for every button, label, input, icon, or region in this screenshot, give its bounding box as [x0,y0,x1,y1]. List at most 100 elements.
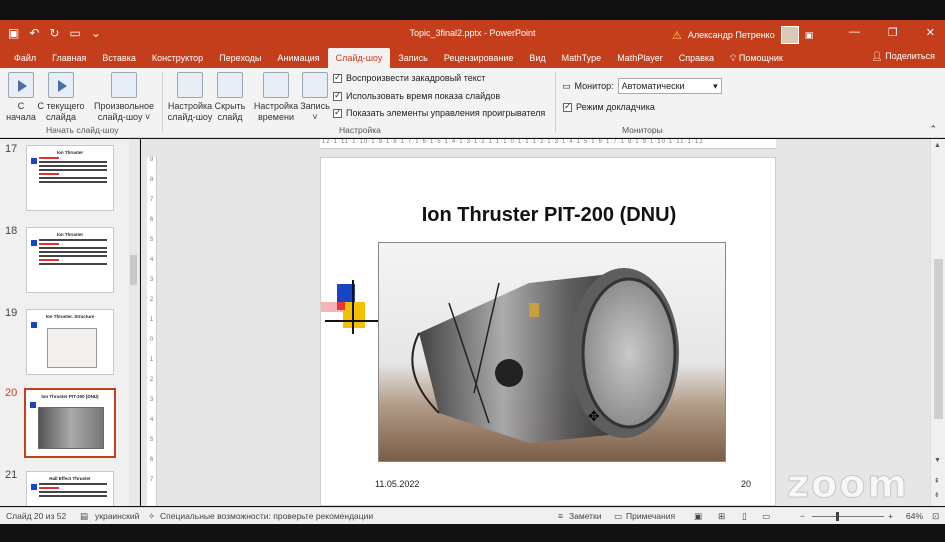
share-label: Поделиться [885,51,935,61]
accessibility-icon[interactable]: ✧ [148,511,155,522]
checkbox-checked-icon [333,90,342,101]
move-cursor-icon: ✥ [588,408,600,424]
slide-thumbnail-19[interactable]: Ion Thruster. Structure [26,309,114,375]
hide-label-1: Скрыть [214,101,246,111]
tab-help[interactable]: Справка [671,48,722,68]
from-current-button[interactable]: С текущего слайда [36,72,86,123]
spellcheck-icon[interactable]: ▤ [80,511,88,522]
zoom-level[interactable]: 64% [906,511,923,521]
checkbox-checked-icon [563,101,572,112]
language-indicator[interactable]: украинский [95,511,139,521]
fit-slide-icon[interactable]: ⊡ [932,511,939,522]
minimize-icon[interactable]: — [849,26,860,39]
tab-insert[interactable]: Вставка [94,48,143,68]
share-button[interactable]: 👤︎ Поделиться [871,51,935,62]
accessibility-status[interactable]: Специальные возможности: проверьте реком… [160,511,373,521]
zoom-watermark: zoom [787,462,909,507]
ribbon-display-icon[interactable]: ▣ [805,30,814,41]
play-from-current-icon [48,72,74,98]
media-controls-checkbox[interactable]: Показать элементы управления проигрывате… [333,107,545,118]
presenter-view-checkbox[interactable]: Режим докладчика [563,101,655,112]
rehearse-timings-button[interactable]: Настройка времени [253,72,299,123]
notes-button[interactable]: Заметки [569,511,602,521]
restore-icon[interactable]: ❐ [888,26,898,39]
hide-slide-button[interactable]: Скрыть слайд [213,72,247,123]
thumbnail-line [39,255,107,257]
zoom-slider[interactable] [812,512,884,521]
undo-icon[interactable]: ↶ [29,27,39,39]
tab-review[interactable]: Рецензирование [436,48,522,68]
scrollbar-thumb[interactable] [130,255,137,285]
tab-assistant[interactable]: 💡︎ Помощник [722,48,791,68]
slide-thumbnail-18[interactable]: Ion Thruster [26,227,114,293]
present-icon[interactable]: ▭ [69,27,80,39]
warning-icon[interactable]: ⚠ [672,29,682,42]
redo-icon[interactable]: ↻ [49,27,59,39]
comments-icon[interactable]: ▭ [614,511,622,522]
thumbnail-number: 17 [5,143,18,155]
lightbulb-icon: 💡︎ [730,53,739,63]
slide-page-number[interactable]: 20 [741,479,751,489]
monitor-select[interactable]: Автоматически ▾ [617,78,722,94]
normal-view-icon[interactable]: ▣ [694,511,702,522]
slide-thumbnail-20[interactable]: Ion Thruster PIT-200 (DNU) [24,388,116,458]
customize-qat-icon[interactable]: ⌄ [91,27,101,39]
avatar[interactable] [780,26,799,44]
thumbnail-line [39,491,107,493]
canvas-scrollbar[interactable]: ▲ ▼ ⇞ ⇟ [930,139,945,506]
close-icon[interactable]: ✕ [926,26,935,39]
user-area[interactable]: ⚠ Александр Петренко ▣ [672,26,813,44]
comments-button[interactable]: Примечания [626,511,675,521]
slide-logo-icon [321,278,381,338]
tab-mathplayer[interactable]: MathPlayer [609,48,671,68]
ribbon-tabs: Файл Главная Вставка Конструктор Переход… [0,46,945,68]
zoom-in-icon[interactable]: + [888,511,893,521]
thruster-photo[interactable] [378,242,726,462]
collapse-ribbon-icon[interactable]: ⌃ [929,124,937,135]
slide-logo-icon [31,240,37,246]
tab-file[interactable]: Файл [6,48,44,68]
slide-20[interactable]: Ion Thruster PIT-200 (DNU) 11.05.2022 20 [320,157,776,506]
tab-animations[interactable]: Анимация [269,48,327,68]
narration-checkbox[interactable]: Воспроизвести закадровый текст [333,72,485,83]
tab-transitions[interactable]: Переходы [211,48,269,68]
previous-slide-icon[interactable]: ⇞ [934,477,940,485]
tab-home[interactable]: Главная [44,48,94,68]
scroll-up-icon[interactable]: ▲ [934,142,941,149]
custom-slideshow-button[interactable]: Произвольное слайд-шоу ˅ [92,72,156,123]
setup-slideshow-button[interactable]: Настройка слайд-шоу [167,72,213,123]
slide-title[interactable]: Ion Thruster PIT-200 (DNU) [321,204,775,227]
zoom-out-icon[interactable]: − [800,511,805,521]
tab-design[interactable]: Конструктор [144,48,211,68]
thumbnail-line [39,157,59,159]
scroll-down-icon[interactable]: ▼ [934,457,941,464]
scrollbar-thumb[interactable] [934,259,943,419]
tab-slideshow[interactable]: Слайд-шоу [327,48,391,68]
horizontal-ruler: 12·1·11·1·10·1·9·1·8·1·7·1·6·1·5·1·4·1·3… [320,139,776,149]
save-icon[interactable]: ▣ [8,27,19,39]
slide-logo-icon [31,158,37,164]
reading-view-icon[interactable]: ▯ [742,511,747,522]
next-slide-icon[interactable]: ⇟ [934,491,940,499]
tab-view[interactable]: Вид [521,48,553,68]
thumbnails-scrollbar[interactable] [129,139,138,506]
tab-mathtype[interactable]: MathType [554,48,610,68]
monitor-icon: ▭ [562,80,571,91]
record-button[interactable]: Запись ˅ [299,72,331,123]
slideshow-view-icon[interactable]: ▭ [762,511,770,522]
notes-icon[interactable]: ≡ [558,511,563,521]
timings-checkbox[interactable]: Использовать время показа слайдов [333,90,500,101]
slide-date[interactable]: 11.05.2022 [375,479,419,489]
quick-access-toolbar: ▣ ↶ ↻ ▭ ⌄ [0,27,180,39]
rehearse-label-1: Настройка [253,101,299,111]
from-beginning-button[interactable]: С начала [6,72,36,123]
tab-record[interactable]: Запись [390,48,436,68]
play-from-start-icon [8,72,34,98]
setup-slideshow-icon [177,72,203,98]
thumbnail-line [39,487,59,489]
slide-sorter-icon[interactable]: ⊞ [718,511,725,522]
slide-thumbnail-21[interactable]: Hall Effect Thruster [26,471,114,506]
slide-thumbnail-17[interactable]: Ion Thruster [26,145,114,211]
zoom-slider-thumb[interactable] [836,512,839,521]
monitor-value: Автоматически [621,81,685,91]
